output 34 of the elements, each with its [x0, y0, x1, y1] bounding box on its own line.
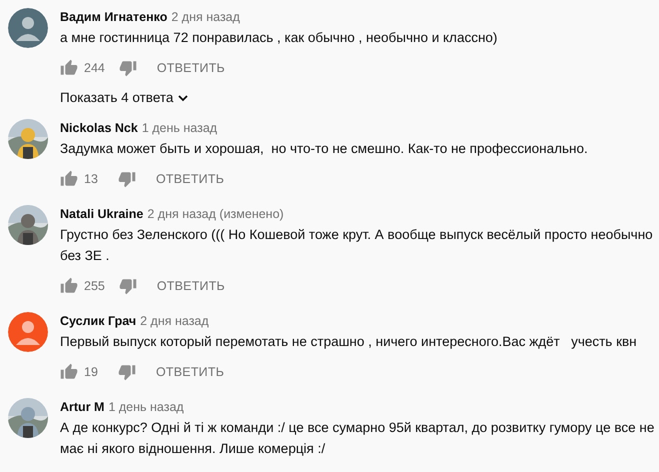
avatar-icon[interactable]: [8, 312, 48, 352]
comment-time[interactable]: 2 дня назад: [140, 314, 209, 328]
thumbs-up-icon[interactable]: [60, 277, 78, 295]
comment-text: Грустно без Зеленского ((( Но Кошевой тоже крут. А вообще выпуск весёлый просто необычно без ЗЕ .: [60, 226, 654, 265]
thumbs-up-icon[interactable]: [60, 59, 78, 77]
show-replies-button[interactable]: Показать 4 ответа: [60, 90, 190, 105]
comment-time[interactable]: 2 дня назад (изменено): [147, 207, 284, 221]
comment-text: Задумка может быть и хорошая, но что-то не смешно. Как-то не профессионально.: [60, 140, 589, 158]
comment-text: Первый выпуск который перемотать не страшно , ничего интересного.Вас ждёт учесть квн: [60, 333, 638, 351]
thumbs-down-icon[interactable]: [118, 170, 136, 188]
author-name[interactable]: Суслик Грач: [60, 314, 136, 328]
thumbs-down-icon[interactable]: [118, 363, 136, 381]
thumbs-up-icon[interactable]: [60, 170, 78, 188]
reply-button[interactable]: ОТВЕТИТЬ: [148, 57, 233, 79]
thumbs-up-icon[interactable]: [60, 363, 78, 381]
avatar-icon[interactable]: [8, 8, 48, 48]
like-count: 19: [84, 365, 99, 379]
comment-time[interactable]: 2 дня назад: [171, 10, 240, 24]
author-name[interactable]: Вадим Игнатенко: [60, 10, 168, 24]
like-count: 255: [84, 279, 105, 293]
comment-time[interactable]: 1 день назад: [142, 121, 218, 135]
like-count: 244: [84, 61, 105, 75]
author-name[interactable]: Artur M: [60, 400, 104, 414]
author-name[interactable]: Nickolas Nck: [60, 121, 138, 135]
comment-text: а мне гостинница 72 понравилась , как обычно , необычно и классно): [60, 29, 498, 47]
thumbs-down-icon[interactable]: [118, 59, 137, 77]
comment-time[interactable]: 1 день назад: [108, 400, 184, 414]
thumbs-down-icon[interactable]: [118, 277, 137, 295]
reply-button[interactable]: ОТВЕТИТЬ: [148, 168, 232, 190]
comment-text: А де конкурс? Одні й ті ж команди :/ це все сумарно 95й квартал, до розвитку гумору це все не має ні якого відношення. Лише комерція :/: [60, 419, 656, 458]
like-count: 13: [84, 172, 99, 186]
author-name[interactable]: Natali Ukraine: [60, 207, 144, 221]
reply-button[interactable]: ОТВЕТИТЬ: [148, 275, 233, 297]
reply-button[interactable]: ОТВЕТИТЬ: [148, 361, 232, 383]
